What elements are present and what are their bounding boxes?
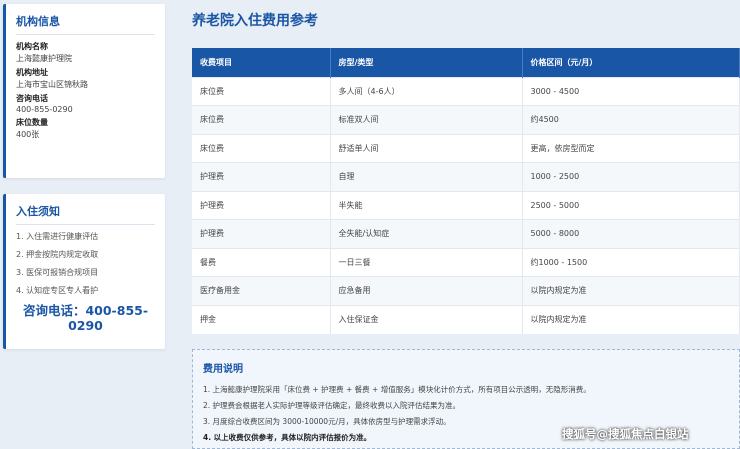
page-title: 养老院入住费用参考 bbox=[192, 13, 318, 29]
table-cell: 床位费 bbox=[192, 105, 331, 134]
table-header-row: 收费项目 房型/类型 价格区间（元/月） bbox=[192, 48, 740, 77]
hotline-line-1: 咨询电话：400-855- bbox=[22, 303, 149, 318]
table-row: 护理费 自理 1000 - 2500 bbox=[192, 162, 740, 191]
table-cell: 约1000 - 1500 bbox=[522, 247, 740, 277]
table-cell: 入住保证金 bbox=[330, 304, 523, 334]
hotline-line-2: 0290 bbox=[68, 318, 103, 333]
info-value: 上海懿康护理院 bbox=[16, 54, 72, 63]
info-label: 咨询电话 bbox=[16, 94, 48, 103]
note-line: 1. 上海懿康护理院采用「床位费 + 护理费 + 餐费 + 增值服务」模块化计价… bbox=[203, 385, 591, 394]
table-cell: 护理费 bbox=[192, 219, 331, 248]
table-row: 医疗备用金 应急备用 以院内规定为准 bbox=[192, 276, 740, 305]
note-line: 2. 护理费会根据老人实际护理等级评估确定，最终收费以入院评估结果为准。 bbox=[203, 401, 461, 410]
table-cell: 1000 - 2500 bbox=[522, 162, 740, 191]
table-cell: 3000 - 4500 bbox=[522, 76, 740, 106]
table-cell: 以院内规定为准 bbox=[522, 304, 740, 334]
notes-title: 费用说明 bbox=[203, 364, 243, 375]
info-card-title: 机构信息 bbox=[16, 13, 155, 35]
table-cell: 餐费 bbox=[192, 247, 331, 277]
table-cell: 医疗备用金 bbox=[192, 276, 331, 305]
table-row: 护理费 半失能 2500 - 5000 bbox=[192, 190, 740, 220]
table-cell: 自理 bbox=[330, 162, 523, 191]
notice-card-title: 入住须知 bbox=[16, 203, 155, 225]
table-cell: 床位费 bbox=[192, 133, 331, 163]
info-field-name: 机构名称 上海懿康护理院 bbox=[16, 41, 155, 64]
table-row: 餐费 一日三餐 约1000 - 1500 bbox=[192, 247, 740, 277]
fee-table: 收费项目 房型/类型 价格区间（元/月） 床位费 多人间（4-6人） 3000 … bbox=[192, 48, 740, 334]
column-header: 价格区间（元/月） bbox=[522, 48, 740, 77]
table-cell: 护理费 bbox=[192, 162, 331, 191]
table-cell: 以院内规定为准 bbox=[522, 276, 740, 305]
info-value: 400-855-0290 bbox=[16, 105, 73, 114]
notice-item: 3. 医保可报销合规项目 bbox=[16, 268, 99, 277]
table-cell: 护理费 bbox=[192, 190, 331, 220]
notice-item: 4. 认知症专区专人看护 bbox=[16, 286, 99, 295]
table-cell: 全失能/认知症 bbox=[330, 219, 523, 248]
column-header: 收费项目 bbox=[192, 48, 331, 77]
info-value: 400张 bbox=[16, 130, 40, 139]
info-field-address: 机构地址 上海市宝山区锦秋路 bbox=[16, 67, 155, 90]
info-field-beds: 床位数量 400张 bbox=[16, 117, 155, 140]
table-cell: 约4500 bbox=[522, 105, 740, 134]
table-row: 床位费 标准双人间 约4500 bbox=[192, 105, 740, 134]
table-cell: 更高，依房型而定 bbox=[522, 133, 740, 163]
info-value: 上海市宝山区锦秋路 bbox=[16, 80, 88, 89]
column-header: 房型/类型 bbox=[330, 48, 523, 77]
table-row: 床位费 舒适单人间 更高，依房型而定 bbox=[192, 133, 740, 163]
table-cell: 半失能 bbox=[330, 190, 523, 220]
table-cell: 押金 bbox=[192, 304, 331, 334]
info-label: 机构地址 bbox=[16, 68, 48, 77]
table-cell: 一日三餐 bbox=[330, 247, 523, 277]
table-cell: 床位费 bbox=[192, 76, 331, 106]
info-label: 机构名称 bbox=[16, 42, 48, 51]
table-cell: 2500 - 5000 bbox=[522, 190, 740, 220]
info-field-phone: 咨询电话 400-855-0290 bbox=[16, 93, 155, 114]
notice-item: 1. 入住需进行健康评估 bbox=[16, 232, 99, 241]
info-label: 床位数量 bbox=[16, 118, 48, 127]
institution-info-card: 机构信息 机构名称 上海懿康护理院 机构地址 上海市宝山区锦秋路 咨询电话 40… bbox=[3, 4, 165, 178]
table-row: 护理费 全失能/认知症 5000 - 8000 bbox=[192, 219, 740, 248]
notice-item: 2. 押金按院内规定收取 bbox=[16, 250, 99, 259]
watermark: 搜狐号@搜狐焦点白银站 bbox=[562, 427, 689, 441]
table-cell: 标准双人间 bbox=[330, 105, 523, 134]
table-row: 押金 入住保证金 以院内规定为准 bbox=[192, 304, 740, 334]
table-row: 床位费 多人间（4-6人） 3000 - 4500 bbox=[192, 76, 740, 106]
table-cell: 多人间（4-6人） bbox=[330, 76, 523, 106]
table-cell: 应急备用 bbox=[330, 276, 523, 305]
consult-hotline[interactable]: 咨询电话：400-855- 0290 bbox=[16, 303, 155, 333]
admission-notice-card: 入住须知 1. 入住需进行健康评估 2. 押金按院内规定收取 3. 医保可报销合… bbox=[3, 194, 165, 349]
table-cell: 5000 - 8000 bbox=[522, 219, 740, 248]
table-cell: 舒适单人间 bbox=[330, 133, 523, 163]
notice-list: 1. 入住需进行健康评估 2. 押金按院内规定收取 3. 医保可报销合规项目 4… bbox=[16, 231, 155, 296]
